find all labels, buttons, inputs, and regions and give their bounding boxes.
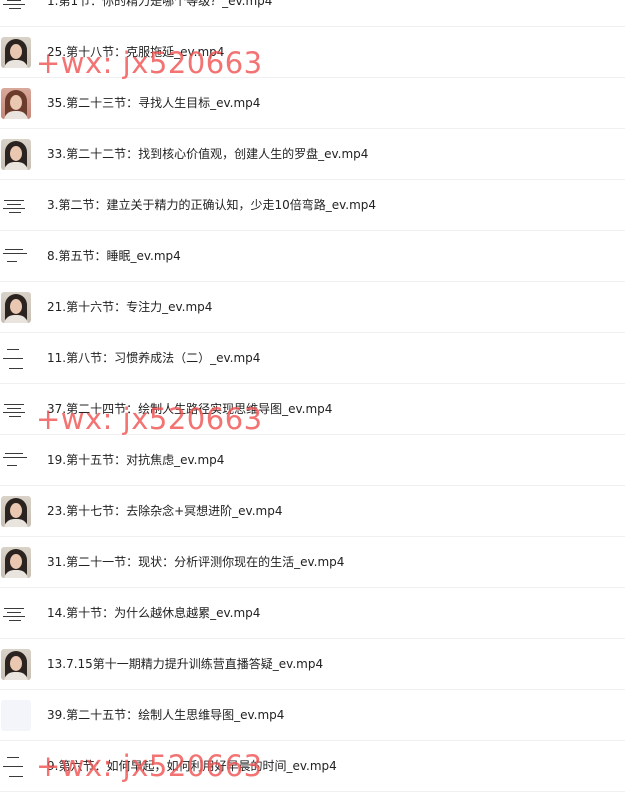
video-thumbnail-person xyxy=(1,37,31,68)
file-name: 39.第二十五节：绘制人生思维导图_ev.mp4 xyxy=(47,708,285,722)
video-thumbnail-slide xyxy=(1,0,31,17)
file-name: 21.第十六节：专注力_ev.mp4 xyxy=(47,300,213,314)
file-name: 9.第六节：如何早起，如何利用好早晨的时间_ev.mp4 xyxy=(47,759,337,773)
video-thumbnail-slide xyxy=(1,751,31,782)
video-thumbnail-person xyxy=(1,292,31,323)
file-row[interactable]: 25.第十八节：克服拖延_ev.mp4 xyxy=(0,27,625,78)
video-thumbnail-slide xyxy=(1,343,31,374)
video-thumbnail-person xyxy=(1,496,31,527)
file-row[interactable]: 19.第十五节：对抗焦虑_ev.mp4 xyxy=(0,435,625,486)
video-thumbnail-slide xyxy=(1,241,31,272)
file-list: 1.第1节：你的精力是哪个等级？_ev.mp4 25.第十八节：克服拖延_ev.m… xyxy=(0,0,625,792)
video-thumbnail-blank xyxy=(1,700,31,731)
video-thumbnail-slide xyxy=(1,394,31,425)
file-name: 1.第1节：你的精力是哪个等级？_ev.mp4 xyxy=(47,0,273,8)
video-thumbnail-slide xyxy=(1,190,31,221)
video-thumbnail-slide xyxy=(1,598,31,629)
file-name: 25.第十八节：克服拖延_ev.mp4 xyxy=(47,45,225,59)
video-thumbnail-person xyxy=(1,139,31,170)
file-row[interactable]: 14.第十节：为什么越休息越累_ev.mp4 xyxy=(0,588,625,639)
file-row[interactable]: 21.第十六节：专注力_ev.mp4 xyxy=(0,282,625,333)
file-name: 14.第十节：为什么越休息越累_ev.mp4 xyxy=(47,606,261,620)
file-name: 8.第五节：睡眠_ev.mp4 xyxy=(47,249,181,263)
file-name: 3.第二节：建立关于精力的正确认知，少走10倍弯路_ev.mp4 xyxy=(47,198,377,212)
video-thumbnail-person xyxy=(1,547,31,578)
file-row[interactable]: 35.第二十三节：寻找人生目标_ev.mp4 xyxy=(0,78,625,129)
file-name: 11.第八节：习惯养成法（二）_ev.mp4 xyxy=(47,351,261,365)
file-row[interactable]: 33.第二十二节：找到核心价值观，创建人生的罗盘_ev.mp4 xyxy=(0,129,625,180)
file-row[interactable]: 23.第十七节：去除杂念+冥想进阶_ev.mp4 xyxy=(0,486,625,537)
video-thumbnail-slide xyxy=(1,445,31,476)
file-row[interactable]: 31.第二十一节：现状：分析评测你现在的生活_ev.mp4 xyxy=(0,537,625,588)
file-name: 37.第二十四节：绘制人生路径实现思维导图_ev.mp4 xyxy=(47,402,333,416)
file-row[interactable]: 37.第二十四节：绘制人生路径实现思维导图_ev.mp4 xyxy=(0,384,625,435)
file-name: 13.7.15第十一期精力提升训练营直播答疑_ev.mp4 xyxy=(47,657,324,671)
video-thumbnail-person xyxy=(1,649,31,680)
file-row[interactable]: 8.第五节：睡眠_ev.mp4 xyxy=(0,231,625,282)
video-thumbnail-person xyxy=(1,88,31,119)
file-row[interactable]: 39.第二十五节：绘制人生思维导图_ev.mp4 xyxy=(0,690,625,741)
file-row[interactable]: 11.第八节：习惯养成法（二）_ev.mp4 xyxy=(0,333,625,384)
file-name: 35.第二十三节：寻找人生目标_ev.mp4 xyxy=(47,96,261,110)
file-row[interactable]: 9.第六节：如何早起，如何利用好早晨的时间_ev.mp4 xyxy=(0,741,625,792)
file-row[interactable]: 3.第二节：建立关于精力的正确认知，少走10倍弯路_ev.mp4 xyxy=(0,180,625,231)
file-row[interactable]: 13.7.15第十一期精力提升训练营直播答疑_ev.mp4 xyxy=(0,639,625,690)
file-name: 23.第十七节：去除杂念+冥想进阶_ev.mp4 xyxy=(47,504,283,518)
file-row[interactable]: 1.第1节：你的精力是哪个等级？_ev.mp4 xyxy=(0,0,625,27)
file-name: 31.第二十一节：现状：分析评测你现在的生活_ev.mp4 xyxy=(47,555,345,569)
file-name: 33.第二十二节：找到核心价值观，创建人生的罗盘_ev.mp4 xyxy=(47,147,369,161)
file-name: 19.第十五节：对抗焦虑_ev.mp4 xyxy=(47,453,225,467)
